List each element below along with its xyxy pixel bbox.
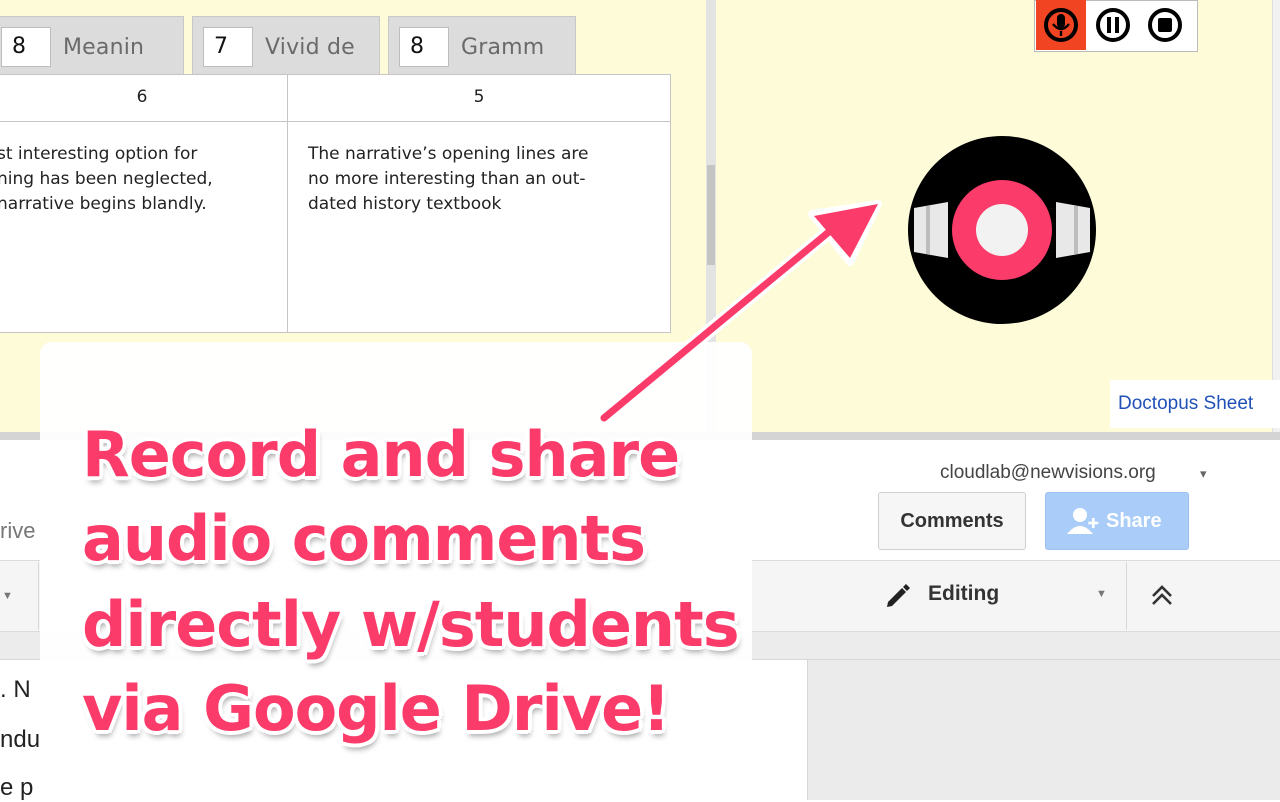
stop-icon (1148, 8, 1182, 42)
callout-headline-line: directly w/students (82, 588, 740, 661)
toolbar-separator (38, 562, 39, 630)
rubric-tab-label: Vivid de (265, 35, 355, 60)
vinyl-record-icon (908, 136, 1096, 324)
document-text: e p (0, 774, 34, 801)
record-button[interactable] (1036, 0, 1086, 50)
rubric-tab-vivid[interactable]: 7 Vivid de (192, 16, 380, 74)
rubric-tab-label: Gramm (461, 35, 545, 60)
add-person-icon (1067, 508, 1099, 534)
score-input[interactable]: 7 (203, 27, 253, 67)
document-text: . N (0, 676, 31, 703)
editing-mode-button[interactable]: Editing (928, 582, 999, 606)
rubric-description-cell[interactable]: The narrative’s opening lines are no mor… (287, 121, 671, 333)
rubric-tab-meaning[interactable]: 8 Meanin (0, 16, 184, 74)
score-input[interactable]: 8 (399, 27, 449, 67)
collapse-up-icon[interactable] (1148, 582, 1176, 610)
pencil-icon (887, 584, 910, 607)
right-scrollbar[interactable] (1272, 0, 1280, 432)
drive-label-fragment: rive (0, 518, 36, 543)
document-text: ndu (0, 726, 41, 753)
chevron-down-icon[interactable]: ▼ (2, 590, 13, 602)
description-line: dated history textbook (308, 194, 502, 214)
splitter-scroll-thumb[interactable] (707, 165, 715, 265)
document-canvas (808, 660, 1280, 800)
callout-headline-line: Record and share (82, 418, 680, 491)
stop-button[interactable] (1140, 0, 1190, 50)
rubric-tab-grammar[interactable]: 8 Gramm (388, 16, 576, 74)
pause-icon (1096, 8, 1130, 42)
description-line: ning has been neglected, (0, 169, 213, 189)
description-line: no more interesting than an out- (308, 169, 586, 189)
score-input[interactable]: 8 (1, 27, 51, 67)
doctopus-sheet-link[interactable]: Doctopus Sheet (1110, 380, 1280, 428)
rubric-tab-label: Meanin (63, 35, 145, 60)
rubric-description-cell[interactable]: st interesting option for ning has been … (0, 121, 288, 333)
callout-headline-line: audio comments (82, 502, 646, 575)
pause-button[interactable] (1088, 0, 1138, 50)
chevron-down-icon[interactable]: ▼ (1096, 588, 1107, 600)
description-line: narrative begins blandly. (0, 194, 207, 214)
description-line: The narrative’s opening lines are (308, 144, 589, 164)
rubric-level-header: 6 (0, 74, 288, 122)
account-email[interactable]: cloudlab@newvisions.org (940, 462, 1156, 484)
microphone-icon (1044, 8, 1078, 42)
description-line: st interesting option for (0, 144, 198, 164)
callout-headline-line: via Google Drive! (82, 672, 670, 745)
chevron-down-icon[interactable]: ▾ (1200, 466, 1207, 482)
toolbar-separator (1126, 562, 1127, 630)
rubric-level-header: 5 (287, 74, 671, 122)
comments-button[interactable]: Comments (878, 492, 1026, 550)
